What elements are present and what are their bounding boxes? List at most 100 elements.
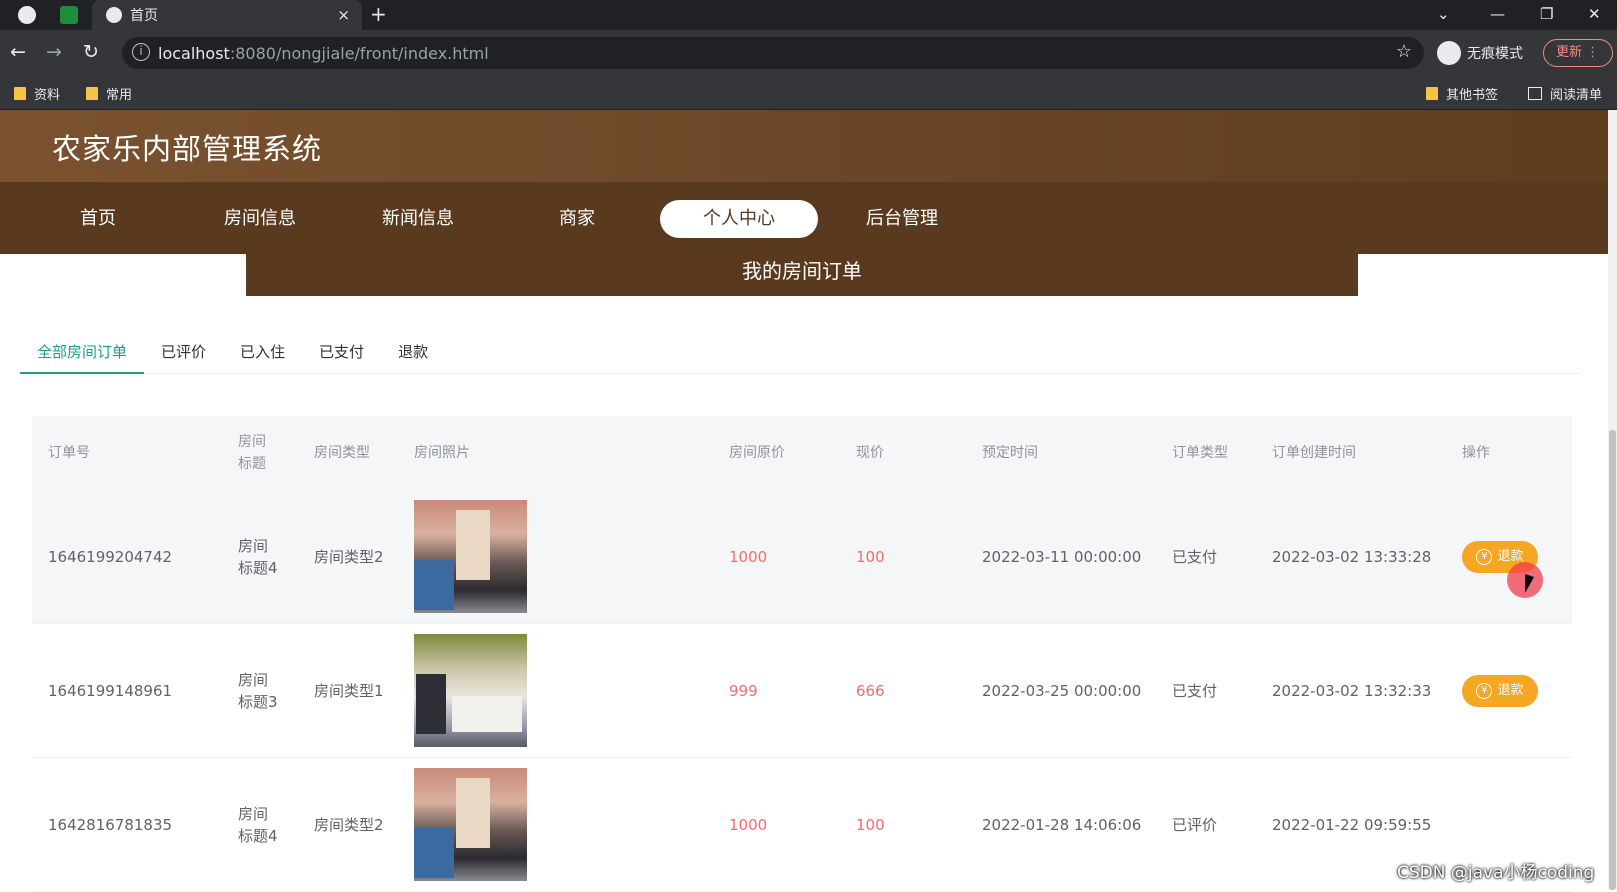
browser-tab[interactable]: 首页 × — [92, 0, 362, 30]
room-title: 房间标题3 — [238, 670, 278, 711]
bookmarks-bar: 资料 常用 其他书签 阅读清单 — [0, 76, 1617, 110]
room-type: 房间类型1 — [314, 681, 384, 700]
nav-home[interactable]: 首页 — [58, 200, 138, 238]
nav-rooms[interactable]: 房间信息 — [213, 200, 307, 238]
order-no: 1646199148961 — [48, 681, 173, 700]
page-viewport: 农家乐内部管理系统 首页 房间信息 新闻信息 商家 个人中心 后台管理 我的房间… — [0, 110, 1608, 892]
bookmark-folder-changyong[interactable]: 常用 — [86, 84, 132, 103]
update-button[interactable]: 更新 ⋮ — [1543, 39, 1613, 67]
bookmark-label: 其他书签 — [1446, 88, 1499, 103]
minimize-icon[interactable]: — — [1490, 5, 1505, 23]
bookmark-folder-ziliao[interactable]: 资料 — [14, 84, 60, 103]
scrollbar-thumb[interactable] — [1609, 430, 1616, 890]
tab-search-icon[interactable]: ⌄ — [1437, 5, 1450, 23]
table-row[interactable]: 1646199148961 房间标题3 房间类型1 999 666 2022-0… — [32, 624, 1572, 758]
tab-reviewed[interactable]: 已评价 — [144, 334, 223, 374]
main-nav: 首页 房间信息 新闻信息 商家 个人中心 后台管理 — [0, 182, 1608, 254]
yen-icon: ¥ — [1476, 682, 1493, 699]
furniture-shape — [416, 674, 446, 734]
table-row[interactable]: 1642816781835 房间标题4 房间类型2 1000 100 2022-… — [32, 758, 1572, 892]
url-host: localhost — [158, 43, 230, 63]
tab-paid[interactable]: 已支付 — [302, 334, 381, 374]
refund-label: 退款 — [1497, 682, 1524, 698]
nav-news[interactable]: 新闻信息 — [371, 200, 465, 238]
book-time: 2022-01-28 14:06:06 — [982, 815, 1142, 834]
folder-icon — [14, 87, 26, 100]
furniture-shape — [414, 560, 454, 610]
incognito-icon — [1437, 41, 1461, 65]
header-room-type: 房间类型 — [314, 445, 370, 461]
room-photo-cell — [414, 624, 527, 757]
original-price: 1000 — [729, 815, 768, 834]
table-header: 订单号 房间标题 房间类型 房间照片 房间原价 现价 预定时间 订单类型 订单创… — [32, 416, 1572, 490]
bookmark-other[interactable]: 其他书签 — [1426, 84, 1498, 103]
bookmark-label: 资料 — [34, 88, 61, 103]
price: 100 — [856, 547, 885, 566]
bookmark-label: 阅读清单 — [1550, 88, 1603, 103]
order-no: 1642816781835 — [48, 815, 173, 834]
bookmark-star-icon[interactable]: ☆ — [1396, 41, 1412, 62]
header-book-time: 预定时间 — [982, 445, 1038, 461]
incognito-indicator[interactable]: 无痕模式 — [1437, 37, 1523, 69]
refund-button[interactable]: ¥ 退款 — [1462, 674, 1538, 707]
nav-personal-center[interactable]: 个人中心 — [660, 200, 818, 238]
folder-icon — [86, 87, 98, 100]
close-tab-icon[interactable]: × — [337, 6, 350, 24]
browser-tab-strip: 首页 × + ⌄ — ❐ ✕ — [0, 0, 1617, 30]
room-type: 房间类型2 — [314, 815, 384, 834]
reading-list[interactable]: 阅读清单 — [1528, 84, 1602, 103]
original-price: 1000 — [729, 547, 768, 566]
order-no: 1646199204742 — [48, 547, 173, 566]
curtain-shape — [456, 510, 490, 580]
address-bar[interactable]: i localhost:8080/nongjiale/front/index.h… — [122, 37, 1424, 69]
furniture-shape — [414, 828, 454, 878]
chrome-profile-icon[interactable] — [18, 6, 36, 24]
browser-toolbar: ← → ↻ i localhost:8080/nongjiale/front/i… — [0, 30, 1617, 76]
room-photo-cell — [414, 758, 527, 891]
bed-shape — [452, 696, 522, 732]
book-time: 2022-03-11 00:00:00 — [982, 547, 1142, 566]
forward-icon[interactable]: → — [46, 41, 62, 63]
back-icon[interactable]: ← — [10, 41, 26, 63]
header-order-no: 订单号 — [48, 445, 90, 461]
book-time: 2022-03-25 00:00:00 — [982, 681, 1142, 700]
room-photo[interactable] — [414, 768, 527, 881]
tab-refund[interactable]: 退款 — [381, 334, 445, 374]
tab-checked-in[interactable]: 已入住 — [223, 334, 302, 374]
table-row[interactable]: 1646199204742 房间标题4 房间类型2 1000 100 2022-… — [32, 490, 1572, 624]
header-original-price: 房间原价 — [729, 445, 785, 461]
orders-table: 订单号 房间标题 房间类型 房间照片 房间原价 现价 预定时间 订单类型 订单创… — [32, 416, 1572, 892]
tab-all-orders[interactable]: 全部房间订单 — [20, 334, 145, 374]
site-info-icon[interactable]: i — [132, 43, 150, 61]
room-photo[interactable] — [414, 634, 527, 747]
header-action: 操作 — [1462, 445, 1490, 461]
header-room-photo: 房间照片 — [414, 445, 470, 461]
bookmark-label: 常用 — [106, 88, 133, 103]
action-cell: ¥ 退款 — [1462, 490, 1538, 623]
restore-icon[interactable]: ❐ — [1540, 5, 1553, 23]
room-title: 房间标题4 — [238, 536, 278, 577]
nav-admin[interactable]: 后台管理 — [855, 200, 949, 238]
new-tab-button[interactable]: + — [370, 2, 387, 26]
header-order-type: 订单类型 — [1172, 445, 1228, 461]
room-photo[interactable] — [414, 500, 527, 613]
watermark: CSDN @java小杨coding — [1397, 863, 1595, 883]
page-banner: 我的房间订单 — [246, 254, 1358, 296]
close-window-icon[interactable]: ✕ — [1588, 5, 1601, 23]
room-type: 房间类型2 — [314, 547, 384, 566]
price: 100 — [856, 815, 885, 834]
nav-merchants[interactable]: 商家 — [540, 200, 614, 238]
price: 666 — [856, 681, 885, 700]
yen-icon: ¥ — [1476, 548, 1493, 565]
created-time: 2022-03-02 13:32:33 — [1272, 681, 1432, 700]
header-created: 订单创建时间 — [1272, 445, 1356, 461]
url-path: :8080/nongjiale/front/index.html — [229, 43, 489, 63]
reload-icon[interactable]: ↻ — [83, 41, 99, 63]
room-photo-cell — [414, 490, 527, 623]
order-type: 已支付 — [1172, 681, 1218, 700]
reading-list-icon — [1528, 87, 1542, 100]
curtain-shape — [456, 778, 490, 848]
action-cell: ¥ 退款 — [1462, 624, 1538, 757]
sheets-icon[interactable] — [60, 6, 78, 24]
page-scrollbar[interactable] — [1608, 110, 1617, 890]
